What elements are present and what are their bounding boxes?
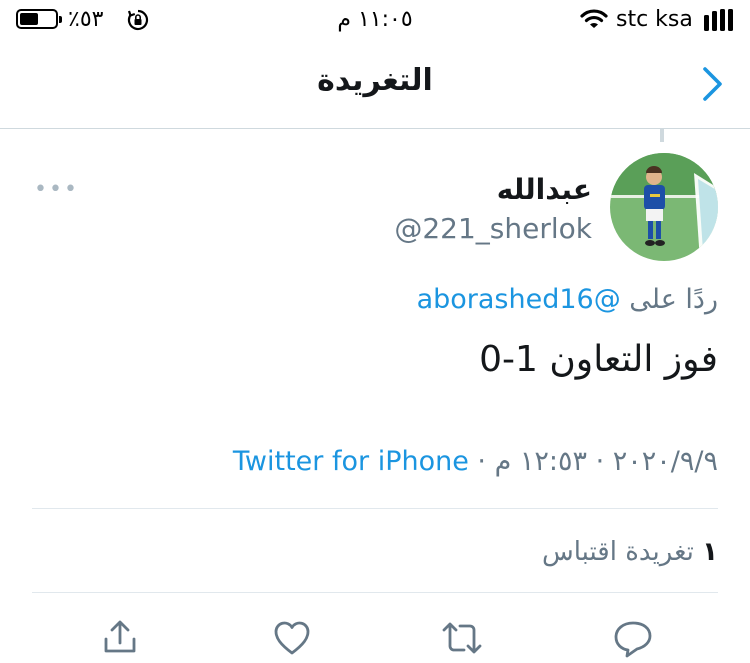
reply-prefix: ردًا على xyxy=(629,284,718,315)
battery-percentage: ٪٥٣ xyxy=(68,7,104,32)
user-handle[interactable]: @221_sherlok xyxy=(380,211,592,247)
reply-mention-link[interactable]: @aborashed16 xyxy=(417,284,621,315)
display-name[interactable]: عبدالله xyxy=(440,172,592,208)
page-title: التغريدة xyxy=(317,63,433,98)
battery-icon xyxy=(16,9,62,29)
chevron-right-icon xyxy=(703,67,722,101)
heart-icon xyxy=(274,621,310,655)
nav-divider xyxy=(0,128,750,129)
battery-level xyxy=(20,13,38,25)
tweet-meta: ٢٠٢٠/٩/٩ · ١٢:٥٣ م · Twitter for iPhone xyxy=(150,444,718,480)
wifi-icon xyxy=(580,8,608,34)
divider xyxy=(32,508,718,509)
battery-nub xyxy=(59,16,62,23)
meta-separator: · xyxy=(587,446,605,477)
reply-button[interactable] xyxy=(612,618,654,658)
orientation-lock-icon xyxy=(126,8,150,36)
retweet-button[interactable] xyxy=(440,618,484,658)
reply-icon xyxy=(614,621,652,658)
quote-label: تغريدة اقتباس xyxy=(541,537,694,567)
reply-context: ردًا على @aborashed16 xyxy=(300,282,718,318)
like-button[interactable] xyxy=(272,618,312,658)
avatar[interactable] xyxy=(610,153,718,261)
carrier-name: stc ksa xyxy=(616,7,693,32)
quote-count: ١ xyxy=(702,537,718,567)
signal-icon xyxy=(704,9,738,35)
more-options-icon[interactable]: ••• xyxy=(34,179,79,201)
tweet-date: ٢٠٢٠/٩/٩ xyxy=(612,446,718,477)
share-icon xyxy=(104,620,136,653)
back-button[interactable] xyxy=(700,66,726,102)
tweet-text: فوز التعاون 1-0 xyxy=(479,339,718,380)
meta-separator: · xyxy=(468,446,486,477)
retweet-icon xyxy=(442,622,482,654)
tweet-source-link[interactable]: Twitter for iPhone xyxy=(233,446,469,477)
quote-tweets-stat[interactable]: ١ تغريدة اقتباس xyxy=(380,535,718,569)
thread-connector-line xyxy=(660,128,664,142)
status-time: ١١:٠٥ م xyxy=(337,7,413,32)
share-button[interactable] xyxy=(100,617,140,657)
divider xyxy=(32,592,718,593)
tweet-time: ١٢:٥٣ م xyxy=(494,446,588,477)
